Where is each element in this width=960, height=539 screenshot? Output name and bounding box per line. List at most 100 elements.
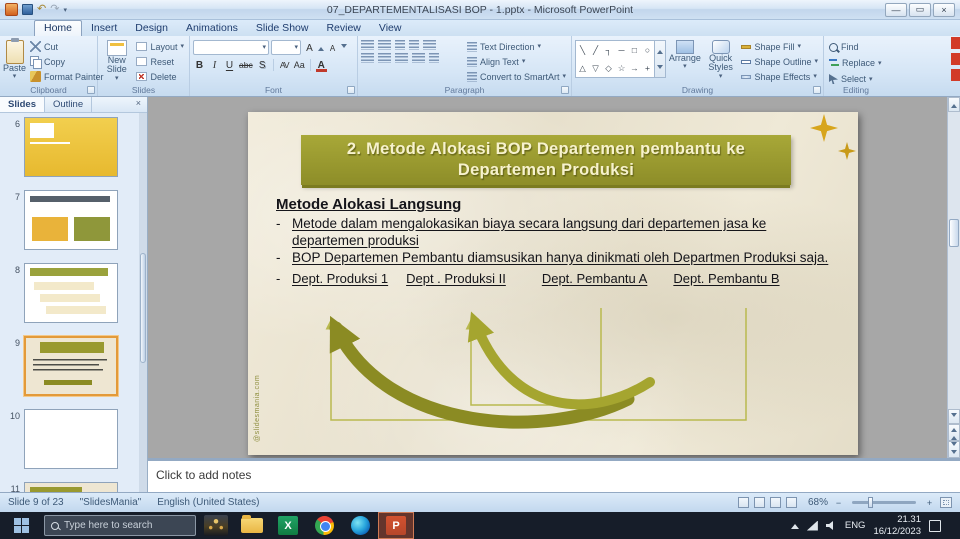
taskbar-edge[interactable] xyxy=(342,512,378,539)
paragraph-dialog-launcher[interactable] xyxy=(561,86,569,94)
layout-button[interactable]: Layout ▾ xyxy=(134,40,186,53)
font-name-combo[interactable]: ▾ xyxy=(193,40,269,55)
clipboard-dialog-launcher[interactable] xyxy=(87,86,95,94)
shape-rect-icon[interactable]: □ xyxy=(628,41,641,59)
zoom-in-button[interactable]: + xyxy=(924,497,935,508)
panel-scrollbar[interactable] xyxy=(139,113,147,492)
panel-tab-outline[interactable]: Outline xyxy=(45,97,93,112)
increase-indent-icon[interactable] xyxy=(409,40,419,50)
shape-plus-icon[interactable]: + xyxy=(641,59,654,77)
taskbar-clock[interactable]: 21.31 16/12/2023 xyxy=(873,514,921,537)
format-painter-button[interactable]: Format Painter xyxy=(28,70,106,83)
start-button[interactable] xyxy=(0,512,42,539)
new-slide-button[interactable]: New Slide ▾ xyxy=(101,38,132,83)
find-button[interactable]: Find xyxy=(827,40,885,54)
slide-thumbnail-10[interactable]: 10 xyxy=(0,409,118,469)
scrollbar-thumb[interactable] xyxy=(949,219,959,247)
slide-thumbnail-11[interactable]: 11 xyxy=(0,482,118,492)
undo-icon[interactable]: ↶ xyxy=(37,3,46,16)
shapes-gallery[interactable]: ╲ ╱ ┐ ─ □ ○ △ ▽ ◇ ☆ → + xyxy=(575,38,666,83)
justify-icon[interactable] xyxy=(412,53,425,63)
panel-scrollbar-thumb[interactable] xyxy=(140,253,146,363)
minimize-button[interactable]: — xyxy=(885,2,907,17)
slide-thumbnail-8[interactable]: 8 xyxy=(0,263,118,323)
arrange-button[interactable]: Arrange ▾ xyxy=(668,38,702,83)
taskbar-file-explorer[interactable] xyxy=(234,512,270,539)
numbering-icon[interactable] xyxy=(378,40,391,50)
text-shadow-button[interactable]: S xyxy=(256,58,269,72)
panel-close-icon[interactable]: × xyxy=(130,97,147,112)
tab-review[interactable]: Review xyxy=(317,21,369,36)
slide-sorter-view-button[interactable] xyxy=(753,497,765,508)
search-input[interactable] xyxy=(64,520,189,531)
shape-outline-button[interactable]: Shape Outline ▾ xyxy=(739,55,820,68)
cut-button[interactable]: Cut xyxy=(28,40,106,53)
previous-slide-button[interactable] xyxy=(948,424,960,441)
quick-styles-button[interactable]: Quick Styles ▾ xyxy=(704,38,738,83)
reading-view-button[interactable] xyxy=(769,497,781,508)
shape-triangle-down-icon[interactable]: ▽ xyxy=(589,59,602,77)
scroll-up-button[interactable] xyxy=(948,97,960,112)
drawing-dialog-launcher[interactable] xyxy=(813,86,821,94)
align-text-button[interactable]: Align Text ▾ xyxy=(465,55,568,68)
redo-icon[interactable]: ↷ xyxy=(50,3,59,16)
columns-icon[interactable] xyxy=(429,53,439,63)
powerpoint-app-icon[interactable] xyxy=(5,3,18,16)
shape-oval-icon[interactable]: ○ xyxy=(641,41,654,59)
shape-fill-button[interactable]: Shape Fill ▾ xyxy=(739,40,820,53)
grow-font-button[interactable]: A xyxy=(303,41,316,55)
align-center-icon[interactable] xyxy=(378,53,391,63)
slide-title-placeholder[interactable]: 2. Metode Alokasi BOP Departemen pembant… xyxy=(301,135,791,185)
replace-button[interactable]: Replace ▾ xyxy=(827,56,885,70)
font-color-button[interactable]: A xyxy=(315,58,328,72)
align-left-icon[interactable] xyxy=(361,53,374,63)
close-button[interactable]: × xyxy=(933,2,955,17)
fit-to-window-button[interactable] xyxy=(940,497,952,508)
tab-design[interactable]: Design xyxy=(126,21,177,36)
select-button[interactable]: Select ▾ xyxy=(827,72,885,86)
maximize-button[interactable]: ▭ xyxy=(909,2,931,17)
convert-smartart-button[interactable]: Convert to SmartArt ▾ xyxy=(465,70,568,83)
shape-effects-button[interactable]: Shape Effects ▾ xyxy=(739,70,820,83)
delete-button[interactable]: Delete xyxy=(134,70,186,83)
shape-elbow-icon[interactable]: ┐ xyxy=(602,41,615,59)
language-indicator[interactable]: English (United States) xyxy=(157,497,259,508)
input-language[interactable]: ENG xyxy=(845,520,866,531)
taskbar-chrome[interactable] xyxy=(306,512,342,539)
shape-arrow-icon[interactable]: → xyxy=(628,59,641,77)
shape-dash-icon[interactable]: ─ xyxy=(615,41,628,59)
network-icon[interactable] xyxy=(806,520,818,531)
tab-insert[interactable]: Insert xyxy=(82,21,126,36)
zoom-slider[interactable] xyxy=(852,497,916,508)
zoom-level[interactable]: 68% xyxy=(808,497,828,508)
scroll-down-button[interactable] xyxy=(948,409,960,424)
volume-icon[interactable] xyxy=(825,521,834,530)
slide-thumbnail-6[interactable]: 6 xyxy=(0,117,118,177)
taskbar-powerpoint-active[interactable]: P xyxy=(378,512,414,539)
strikethrough-button[interactable]: abc xyxy=(238,58,254,72)
vertical-scrollbar[interactable] xyxy=(947,97,960,458)
notes-pane[interactable]: Click to add notes xyxy=(148,458,960,492)
bullets-icon[interactable] xyxy=(361,40,374,50)
copy-button[interactable]: Copy xyxy=(28,55,106,69)
font-size-combo[interactable]: ▾ xyxy=(271,40,301,55)
action-center-icon[interactable] xyxy=(929,519,941,532)
zoom-slider-thumb[interactable] xyxy=(868,497,873,508)
decrease-indent-icon[interactable] xyxy=(395,40,405,50)
slide-thumbnail-9-selected[interactable]: 9 xyxy=(0,336,118,396)
shape-star-icon[interactable]: ☆ xyxy=(615,59,628,77)
line-spacing-icon[interactable] xyxy=(423,40,436,50)
next-slide-button[interactable] xyxy=(948,441,960,458)
align-right-icon[interactable] xyxy=(395,53,408,63)
shape-diamond-icon[interactable]: ◇ xyxy=(602,59,615,77)
slideshow-view-button[interactable] xyxy=(785,497,797,508)
save-icon[interactable] xyxy=(22,4,33,15)
panel-tab-slides[interactable]: Slides xyxy=(0,97,45,112)
shape-line2-icon[interactable]: ╱ xyxy=(589,41,602,59)
shape-triangle-icon[interactable]: △ xyxy=(576,59,589,77)
change-case-button[interactable]: Aa xyxy=(293,58,306,72)
character-spacing-button[interactable]: AV xyxy=(278,58,291,72)
tab-home[interactable]: Home xyxy=(34,20,83,36)
slide-9[interactable]: 2. Metode Alokasi BOP Departemen pembant… xyxy=(248,112,858,455)
italic-button[interactable]: I xyxy=(208,58,221,72)
